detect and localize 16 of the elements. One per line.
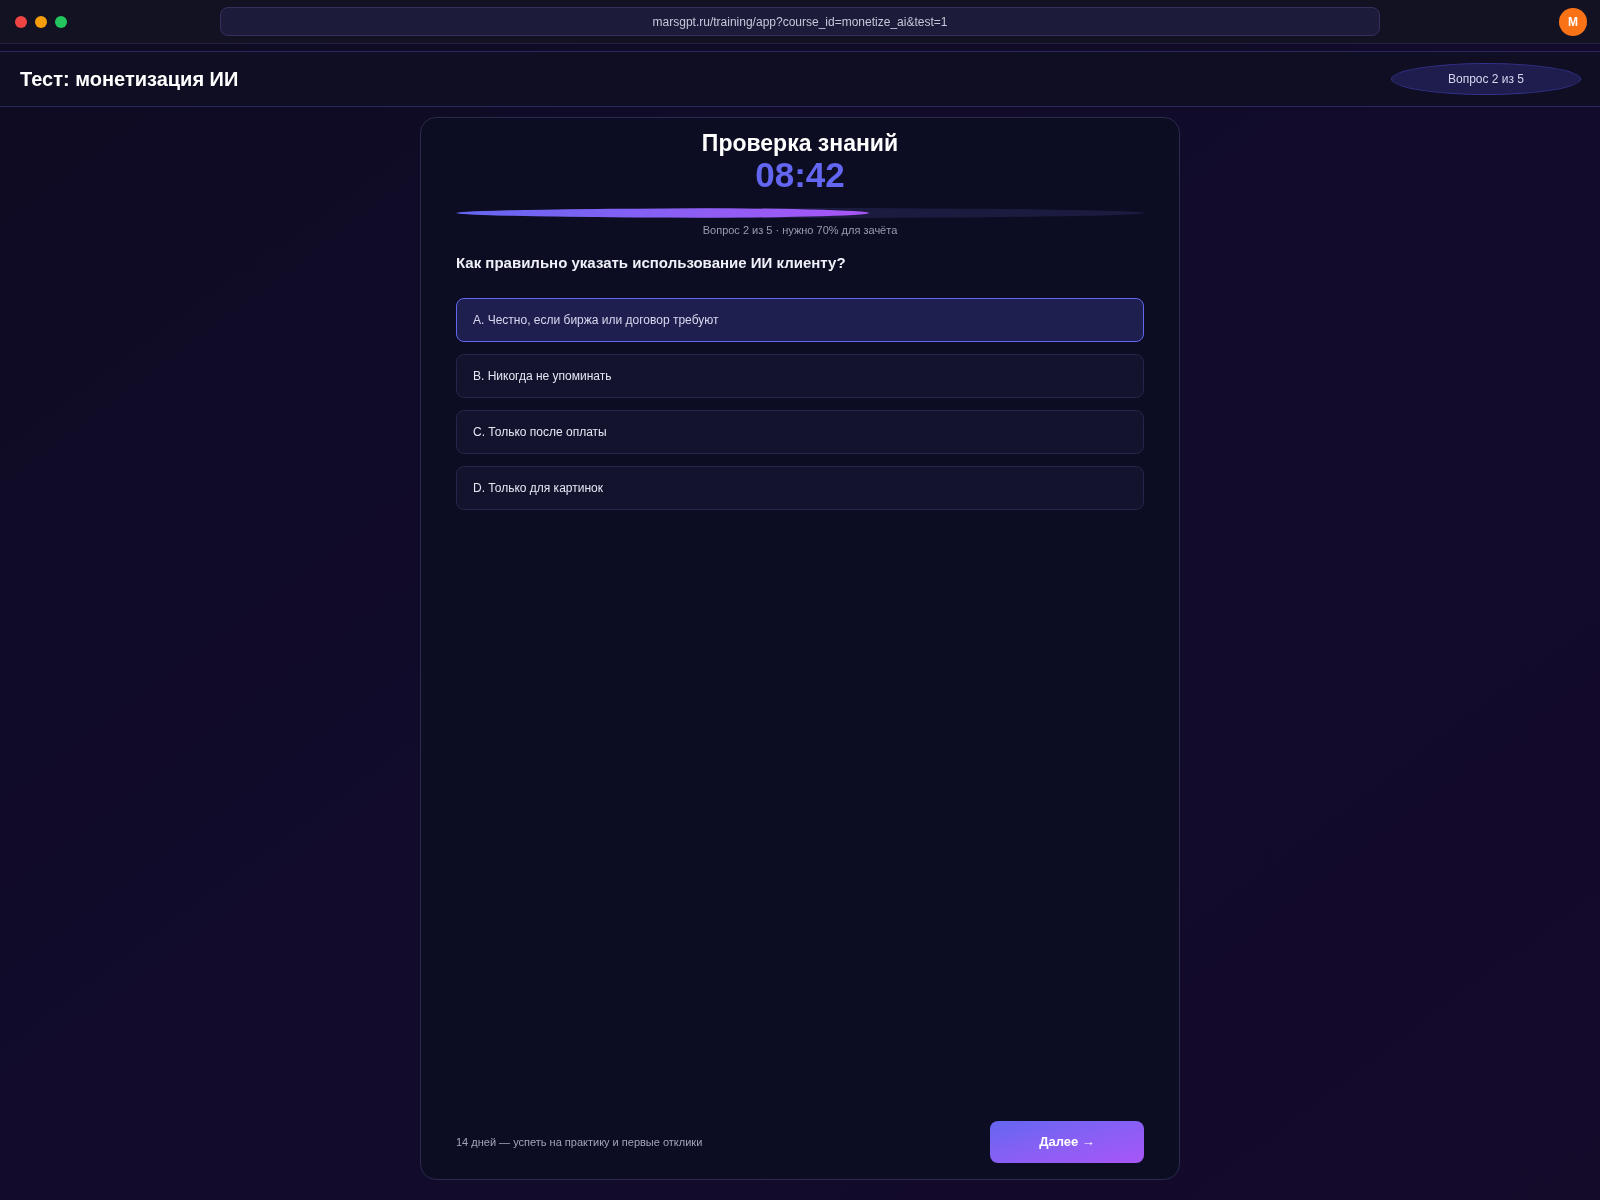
question-counter-badge: Вопрос 2 из 5 [1391, 63, 1581, 95]
close-window-icon[interactable] [15, 15, 27, 28]
question-text: Как правильно указать использование ИИ клиенту? [456, 252, 847, 273]
timer: 08:42 [755, 157, 845, 193]
address-bar[interactable]: marsgpt.ru/training/app?course_id=monetize_ai&test=1 [220, 7, 1380, 36]
quiz-title: Проверка знаний [701, 129, 899, 157]
zoom-window-icon[interactable] [55, 15, 67, 28]
page-title: Тест: монетизация ИИ [20, 67, 239, 92]
progress-caption: Вопрос 2 из 5 · нужно 70% для зачёта [702, 223, 898, 238]
next-button[interactable]: Далее → [990, 1121, 1144, 1163]
footer-note: 14 дней — успеть на практику и первые отклики [456, 1134, 703, 1150]
answer-option[interactable]: C. Только после оплаты [456, 410, 1144, 454]
answer-option[interactable]: B. Никогда не упоминать [456, 354, 1144, 398]
answer-option[interactable]: D. Только для картинок [456, 466, 1144, 510]
minimize-window-icon[interactable] [35, 15, 47, 28]
answer-option[interactable]: A. Честно, если биржа или договор требуют [456, 298, 1144, 342]
